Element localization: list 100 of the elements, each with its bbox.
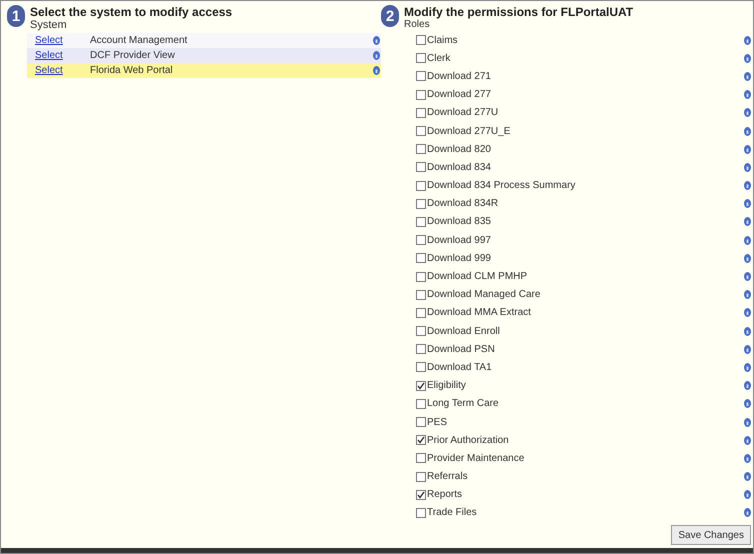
checkbox[interactable] (416, 90, 426, 100)
role-label: Prior Authorization (427, 434, 509, 448)
role-label: Provider Maintenance (427, 452, 524, 466)
info-icon[interactable] (744, 490, 751, 500)
checkbox[interactable] (416, 453, 426, 464)
system-row[interactable]: Select Account Management (27, 33, 381, 48)
checkbox[interactable] (416, 235, 426, 246)
role-label: Download 277U_E (427, 124, 510, 139)
role-label: Download 997 (427, 234, 491, 248)
check-icon (417, 382, 425, 390)
info-icon[interactable] (744, 144, 751, 154)
role-label: Download 834R (427, 197, 498, 212)
info-icon[interactable] (744, 308, 751, 318)
checkbox[interactable] (416, 126, 426, 136)
role-label: Clerk (427, 52, 450, 66)
system-name: Florida Web Portal (90, 64, 174, 78)
role-label: Trade Files (427, 506, 477, 520)
info-icon[interactable] (744, 36, 751, 45)
checkbox[interactable] (416, 216, 426, 227)
checkbox[interactable] (416, 198, 426, 209)
checkbox[interactable] (416, 272, 426, 282)
role-label: Claims (427, 34, 458, 48)
info-icon[interactable] (744, 108, 751, 118)
checkbox[interactable] (416, 362, 426, 372)
role-label: Download MMA Extract (427, 306, 531, 320)
checkbox[interactable] (416, 326, 426, 336)
info-icon[interactable] (744, 381, 751, 390)
role-label: Download PSN (427, 342, 495, 357)
role-label: Download 834 Process Summary (427, 179, 576, 194)
role-label: Download 999 (427, 252, 491, 266)
info-icon[interactable] (744, 272, 751, 282)
info-icon[interactable] (744, 454, 751, 463)
info-icon[interactable] (744, 72, 751, 81)
info-icon[interactable] (744, 162, 751, 172)
info-icon[interactable] (744, 236, 751, 245)
system-row[interactable]: Select DCF Provider View (27, 48, 381, 63)
role-label: PES (427, 416, 448, 430)
checkbox[interactable] (416, 417, 426, 428)
checkbox[interactable] (416, 144, 426, 154)
checkbox[interactable] (416, 108, 426, 118)
section-title: Modify the permissions for FLPortalUAT (404, 5, 634, 19)
checkbox[interactable] (416, 435, 426, 446)
role-label: Download 277U (427, 106, 498, 120)
info-icon[interactable] (744, 344, 751, 354)
system-name: Account Management (90, 34, 188, 48)
info-icon[interactable] (744, 418, 751, 427)
role-label: Long Term Care (427, 397, 499, 412)
info-icon[interactable] (744, 217, 751, 226)
checkbox[interactable] (416, 344, 426, 354)
save-changes-button[interactable]: Save Changes (671, 525, 751, 545)
checkbox[interactable] (416, 398, 426, 409)
checkbox[interactable] (416, 490, 426, 500)
check-icon (417, 436, 425, 444)
role-label: Referrals (427, 470, 468, 484)
role-label: Eligibility (427, 379, 466, 394)
role-label: Download 271 (427, 70, 491, 84)
info-icon[interactable] (744, 436, 751, 445)
role-label: Download CLM PMHP (427, 270, 528, 284)
info-icon[interactable] (744, 326, 751, 336)
info-icon[interactable] (744, 181, 751, 190)
step-number-badge: 2 (381, 5, 399, 27)
checkbox[interactable] (416, 53, 426, 64)
role-label: Download Managed Care (427, 288, 540, 302)
info-icon[interactable] (744, 472, 751, 482)
info-icon[interactable] (744, 126, 751, 136)
check-icon (417, 490, 425, 499)
system-row[interactable]: Select Florida Web Portal (27, 63, 381, 78)
role-label: Download 834 (427, 160, 491, 175)
checkbox[interactable] (416, 380, 426, 391)
checkbox[interactable] (416, 472, 426, 482)
info-icon[interactable] (373, 51, 380, 60)
checkbox[interactable] (416, 290, 426, 300)
column-header: Roles (404, 19, 431, 30)
checkbox[interactable] (416, 253, 426, 264)
select-link[interactable]: Select (27, 48, 90, 63)
checkbox[interactable] (416, 35, 426, 46)
role-label: Download 820 (427, 142, 491, 157)
role-label: Download TA1 (427, 360, 492, 375)
checkbox[interactable] (416, 180, 426, 191)
column-header: System (30, 19, 68, 31)
checkbox[interactable] (416, 308, 426, 318)
checkbox[interactable] (416, 508, 426, 518)
info-icon[interactable] (373, 66, 380, 75)
step-number-badge: 1 (7, 5, 25, 27)
info-icon[interactable] (744, 90, 751, 100)
system-name: DCF Provider View (90, 49, 176, 63)
info-icon[interactable] (744, 54, 751, 63)
info-icon[interactable] (744, 362, 751, 372)
info-icon[interactable] (744, 399, 751, 408)
role-label: Download Enroll (427, 324, 500, 339)
checkbox[interactable] (416, 162, 426, 172)
checkbox[interactable] (416, 71, 426, 82)
info-icon[interactable] (744, 199, 751, 208)
info-icon[interactable] (744, 254, 751, 263)
info-icon[interactable] (373, 36, 380, 45)
role-label: Reports (427, 488, 462, 502)
select-link[interactable]: Select (27, 33, 90, 48)
select-link[interactable]: Select (27, 63, 90, 78)
info-icon[interactable] (744, 290, 751, 300)
info-icon[interactable] (744, 508, 751, 518)
